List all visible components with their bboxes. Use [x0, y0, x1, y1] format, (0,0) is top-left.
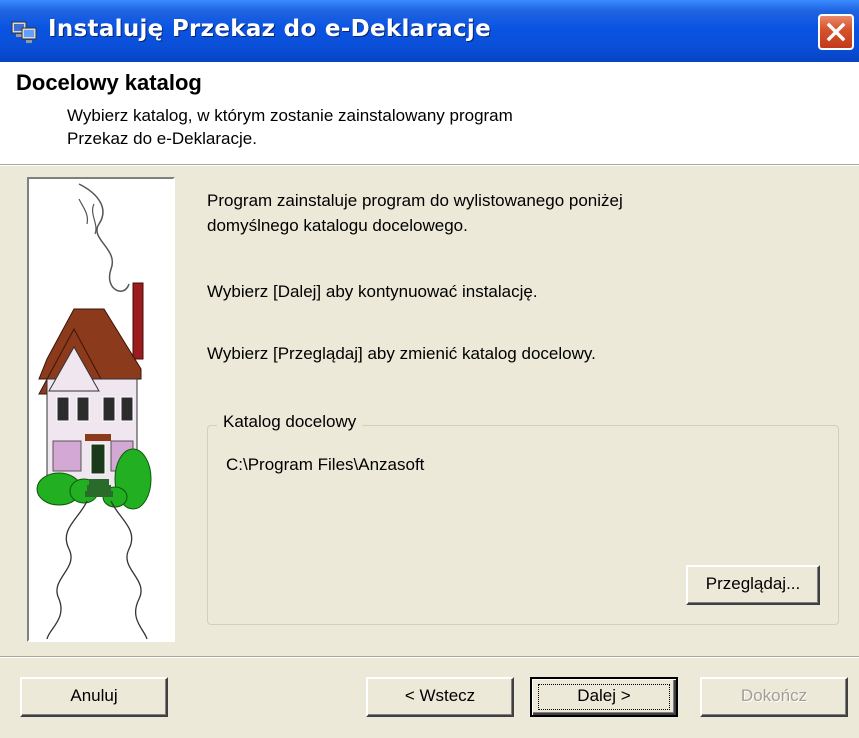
focus-rectangle: [538, 684, 670, 710]
installer-computer-icon: [10, 20, 40, 44]
destination-path: C:\Program Files\Anzasoft: [226, 455, 425, 474]
info-text-next: Wybierz [Dalej] aby kontynuować instalac…: [207, 282, 538, 301]
finish-button: Dokończ: [700, 677, 848, 717]
info-text-browse: Wybierz [Przeglądaj] aby zmienić katalog…: [207, 344, 596, 363]
house-illustration: [27, 177, 175, 642]
page-title: Docelowy katalog: [16, 70, 202, 95]
close-button[interactable]: [818, 14, 854, 50]
info-text-default-dir: Program zainstaluje program do wylistowa…: [207, 188, 767, 238]
close-icon: [826, 22, 846, 42]
cancel-button[interactable]: Anuluj: [20, 677, 168, 717]
page-subtitle-line1: Wybierz katalog, w którym zostanie zains…: [67, 106, 513, 125]
header-panel: Docelowy katalog Wybierz katalog, w któr…: [0, 62, 859, 164]
back-button[interactable]: < Wstecz: [366, 677, 514, 717]
page-subtitle-line2: Przekaz do e-Deklaracje.: [67, 129, 257, 148]
info-line: domyślnego katalogu docelowego.: [207, 216, 468, 235]
page-subtitle: Wybierz katalog, w którym zostanie zains…: [67, 104, 707, 150]
next-button[interactable]: Dalej >: [530, 677, 678, 717]
title-bar[interactable]: Instaluję Przekaz do e-Deklaracje: [0, 0, 859, 62]
header-separator: [0, 164, 859, 166]
browse-button[interactable]: Przeglądaj...: [686, 565, 820, 605]
window-title: Instaluję Przekaz do e-Deklaracje: [48, 16, 491, 42]
installer-window: Instaluję Przekaz do e-Deklaracje Docelo…: [0, 0, 859, 738]
footer-separator: [0, 656, 859, 658]
info-line: Program zainstaluje program do wylistowa…: [207, 191, 623, 210]
destination-folder-label: Katalog docelowy: [217, 412, 363, 432]
